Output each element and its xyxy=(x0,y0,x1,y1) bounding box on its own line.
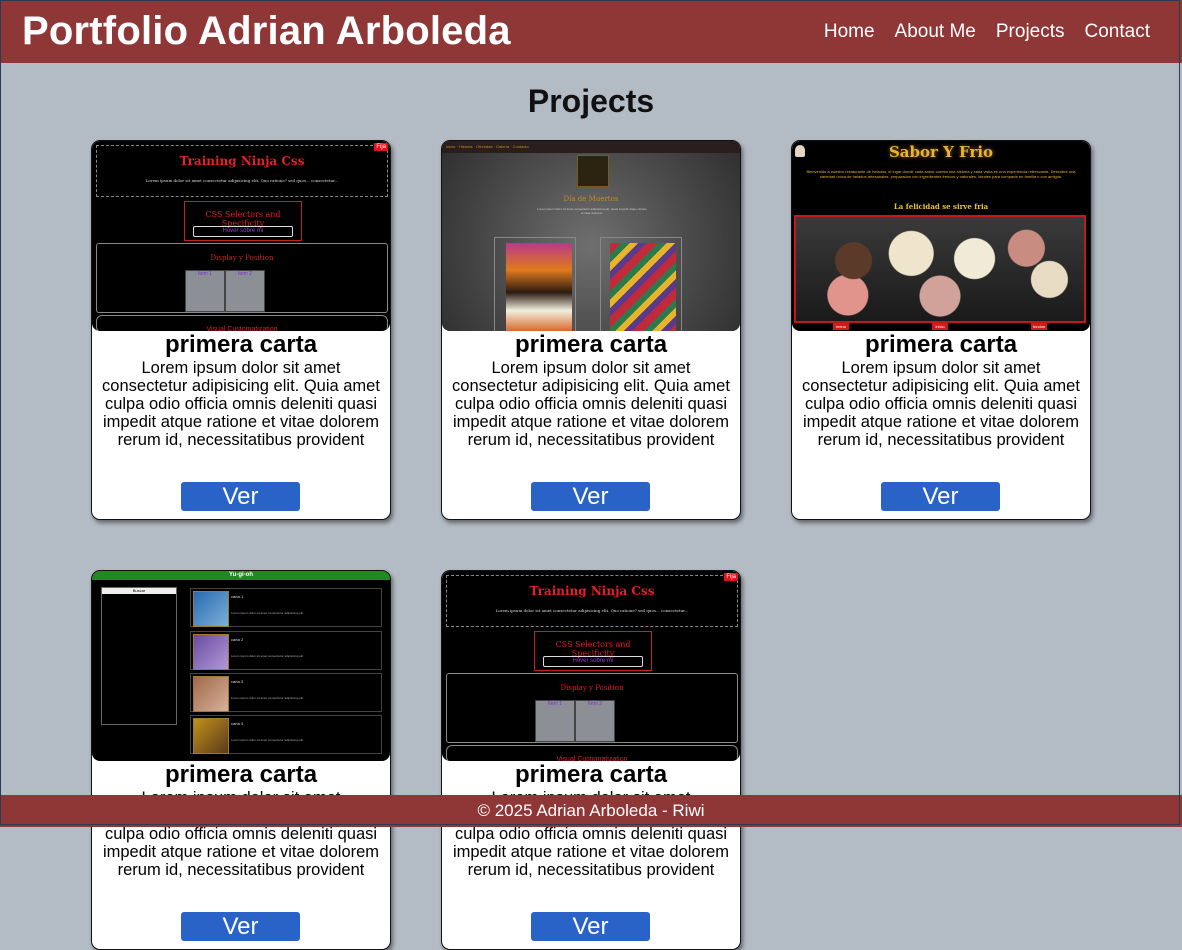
thumb-visual-box: Visual Customatization xyxy=(96,315,388,331)
site-header: Portfolio Adrian Arboleda Home About Me … xyxy=(0,0,1182,63)
thumb-card-image xyxy=(193,634,229,670)
ver-button[interactable]: Ver xyxy=(881,482,1000,511)
thumb-card-desc: Lorem ipsum dolor sit amet consectetur a… xyxy=(231,654,304,658)
project-card: Training Ninja Css Lorem ipsum dolor sit… xyxy=(91,140,391,520)
thumb-title: Training Ninja Css xyxy=(529,584,655,598)
thumb-fija-badge: Fija xyxy=(724,573,738,581)
thumb-card-name: carta 2 xyxy=(231,637,244,642)
site-title: Portfolio Adrian Arboleda xyxy=(22,9,511,53)
project-card: Yu-gi-oh Buscar carta 1 Lorem ipsum dolo… xyxy=(91,570,391,950)
thumb-card-image xyxy=(193,591,229,627)
thumb-card-name: carta 4 xyxy=(231,721,244,726)
project-card: Training Ninja Css Lorem ipsum dolor sit… xyxy=(441,570,741,950)
project-thumbnail: Sabor Y Frio Bienvenido a nuestro restau… xyxy=(792,141,1090,331)
thumb-nav: Inicio · Historia · Ofrendas · Galería ·… xyxy=(442,141,740,153)
thumb-body-text: Bienvenido a nuestro restaurante de hela… xyxy=(806,169,1076,179)
nav-contact-link[interactable]: Contact xyxy=(1085,21,1150,43)
thumb-card-row: carta 1 Lorem ipsum dolor sit amet conse… xyxy=(190,588,382,627)
nav-home-link[interactable]: Home xyxy=(824,21,875,43)
thumb-item: Item 2 xyxy=(225,270,265,312)
thumb-header: Training Ninja Css Lorem ipsum dolor sit… xyxy=(446,575,738,627)
thumb-subtitle: La felicidad se sirve fria xyxy=(893,202,989,211)
thumb-inicio-button: inicio xyxy=(932,323,948,330)
card-title: primera carta xyxy=(864,331,1018,358)
ver-button[interactable]: Ver xyxy=(531,912,650,941)
thumb-card-desc: Lorem ipsum dolor sit amet consectetur a… xyxy=(231,696,304,700)
project-cards: Training Ninja Css Lorem ipsum dolor sit… xyxy=(0,0,1182,950)
ver-button[interactable]: Ver xyxy=(181,912,300,941)
card-description: Lorem ipsum dolor sit amet consectetur a… xyxy=(102,359,380,449)
thumb-visual-box: Visual Customatization xyxy=(446,745,738,761)
card-description: Lorem ipsum dolor sit amet consectetur a… xyxy=(802,359,1080,449)
project-thumbnail: Inicio · Historia · Ofrendas · Galería ·… xyxy=(442,141,740,331)
card-title: primera carta xyxy=(164,761,318,788)
card-description: Lorem ipsum dolor sit amet consectetur a… xyxy=(452,359,730,449)
ver-button[interactable]: Ver xyxy=(531,482,650,511)
thumb-title: Sabor Y Frio xyxy=(888,143,994,161)
thumb-body-text: Lorem ipsum dolor sit amet consectetur a… xyxy=(495,608,689,613)
thumb-card-name: carta 1 xyxy=(231,594,244,599)
thumb-image-ice-cream xyxy=(794,215,1086,323)
thumb-item: Item 1 xyxy=(535,700,575,742)
card-title: primera carta xyxy=(514,331,668,358)
thumb-display-title: Display y Position xyxy=(560,684,624,692)
thumb-display-title: Display y Position xyxy=(210,254,274,262)
thumb-display-box: Display y Position Item 1 Item 2 xyxy=(446,673,738,743)
thumb-item: Item 1 xyxy=(185,270,225,312)
thumb-display-box: Display y Position Item 1 Item 2 xyxy=(96,243,388,313)
thumb-selectors-box: CSS Selectors and Specificity Hover sobr… xyxy=(534,631,652,671)
thumb-card-row: carta 3 Lorem ipsum dolor sit amet conse… xyxy=(190,673,382,712)
thumb-card-desc: Lorem ipsum dolor sit amet consectetur a… xyxy=(231,738,304,742)
thumb-title: Yu-gi-oh xyxy=(92,571,390,580)
thumb-card-name: carta 3 xyxy=(231,679,244,684)
thumb-item: Item 2 xyxy=(575,700,615,742)
thumb-card-desc: Lorem ipsum dolor sit amet consectetur a… xyxy=(231,611,304,615)
thumb-card-row: carta 4 Lorem ipsum dolor sit amet conse… xyxy=(190,715,382,754)
thumb-image-altar xyxy=(506,243,572,331)
site-footer: © 2025 Adrian Arboleda - Riwi xyxy=(0,795,1182,827)
project-thumbnail: Training Ninja Css Lorem ipsum dolor sit… xyxy=(442,571,740,761)
thumb-card-row: carta 2 Lorem ipsum dolor sit amet conse… xyxy=(190,631,382,670)
thumb-logo xyxy=(577,155,609,187)
card-title: primera carta xyxy=(164,331,318,358)
thumb-card-image xyxy=(193,676,229,712)
thumb-body-text: Lorem ipsum dolor sit amet consectetur a… xyxy=(145,178,339,183)
thumb-menu-button: menu xyxy=(833,323,849,330)
thumb-image-textiles xyxy=(610,243,676,331)
card-title: primera carta xyxy=(514,761,668,788)
ver-button[interactable]: Ver xyxy=(181,482,300,511)
thumb-fija-badge: Fija xyxy=(374,143,388,151)
project-thumbnail: Yu-gi-oh Buscar carta 1 Lorem ipsum dolo… xyxy=(92,571,390,761)
thumb-title: Día de Muertos xyxy=(563,195,619,203)
project-thumbnail: Training Ninja Css Lorem ipsum dolor sit… xyxy=(92,141,390,331)
main-nav: Home About Me Projects Contact xyxy=(824,21,1150,43)
thumb-fondos-button: fondos xyxy=(1031,323,1047,330)
nav-about-link[interactable]: About Me xyxy=(895,21,976,43)
thumb-title: Training Ninja Css xyxy=(179,154,305,168)
nav-projects-link[interactable]: Projects xyxy=(996,21,1065,43)
thumb-body-text: Lorem ipsum dolor sit amet consectetur a… xyxy=(537,207,647,215)
project-card: Inicio · Historia · Ofrendas · Galería ·… xyxy=(441,140,741,520)
thumb-card-image xyxy=(193,718,229,754)
thumb-sidebar: Buscar xyxy=(101,587,177,725)
project-card: Sabor Y Frio Bienvenido a nuestro restau… xyxy=(791,140,1091,520)
thumb-hover-button: Hover sobre mí xyxy=(543,656,643,667)
thumb-sidebar-title: Buscar xyxy=(102,588,176,594)
thumb-selectors-box: CSS Selectors and Specificity Hover sobr… xyxy=(184,201,302,241)
thumb-hover-button: Hover sobre mí xyxy=(193,226,293,237)
thumb-header: Training Ninja Css Lorem ipsum dolor sit… xyxy=(96,145,388,197)
